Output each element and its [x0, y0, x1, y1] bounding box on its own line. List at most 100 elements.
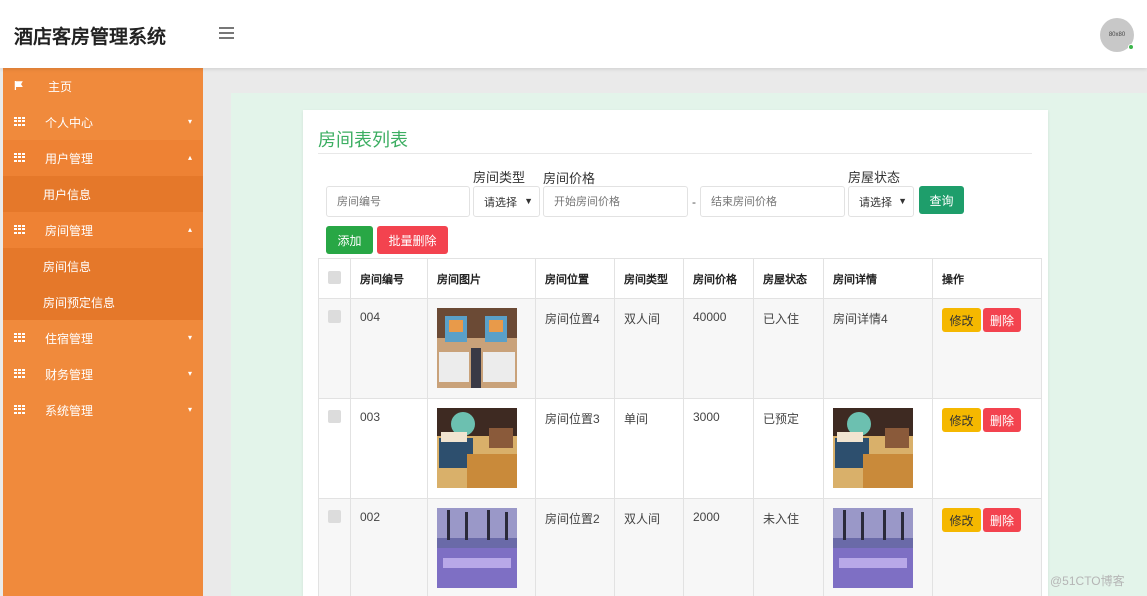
menu-toggle-icon[interactable]	[219, 27, 234, 39]
watermark: @51CTO博客	[1050, 574, 1125, 588]
room-price-cell: 2000	[683, 498, 754, 596]
row-checkbox[interactable]	[328, 410, 341, 423]
room-no-input[interactable]	[326, 186, 470, 217]
sidebar-item-finance-management[interactable]: 财务管理 ▾	[3, 356, 203, 392]
chevron-down-icon: ▾	[187, 405, 192, 414]
price-separator: -	[692, 195, 696, 209]
room-image[interactable]	[437, 408, 517, 488]
grid-icon	[14, 153, 25, 162]
row-select-cell	[318, 398, 351, 499]
row-actions-cell: 修改 删除	[932, 498, 1042, 596]
table-row: 004 房间位置4 双人间 40000 已入住 房间详情4 修改 删除	[318, 298, 1042, 399]
sidebar-item-label: 用户信息	[43, 187, 92, 202]
room-location-cell: 房间位置3	[535, 398, 615, 499]
sidebar-item-home[interactable]: 主页	[3, 68, 203, 104]
sidebar-item-label: 房间管理	[45, 223, 94, 238]
edit-button[interactable]: 修改	[942, 308, 981, 332]
table-row: 003 房间位置3 单间 3000 已预定 修改 删除	[318, 398, 1042, 499]
top-bar: 酒店客房管理系统 80x80	[0, 0, 1147, 68]
app-title: 酒店客房管理系统	[14, 27, 167, 48]
price-start-input[interactable]	[543, 186, 688, 217]
room-type-label: 房间类型	[473, 170, 526, 185]
room-location-cell: 房间位置2	[535, 498, 615, 596]
room-location-cell: 房间位置4	[535, 298, 615, 399]
sidebar-item-label: 用户管理	[45, 151, 94, 166]
room-price-cell: 40000	[683, 298, 754, 399]
page-title: 房间表列表	[318, 130, 408, 150]
sidebar-item-label: 房间信息	[43, 259, 92, 274]
room-type-cell: 单间	[614, 398, 684, 499]
sidebar-item-user-management[interactable]: 用户管理 ▴	[3, 140, 203, 176]
query-button[interactable]: 查询	[919, 186, 964, 214]
sidebar-item-label: 主页	[48, 79, 73, 94]
sidebar-item-room-management[interactable]: 房间管理 ▴	[3, 212, 203, 248]
price-end-input[interactable]	[700, 186, 845, 217]
sidebar-item-room-info[interactable]: 房间信息	[3, 248, 203, 284]
sidebar-item-room-booking[interactable]: 房间预定信息	[3, 284, 203, 320]
room-no-cell: 004	[350, 298, 428, 399]
col-header: 房间位置	[535, 258, 615, 299]
room-no-cell: 003	[350, 398, 428, 499]
row-actions-cell: 修改 删除	[932, 398, 1042, 499]
row-checkbox[interactable]	[328, 510, 341, 523]
submenu-user-management: 用户信息	[3, 176, 203, 212]
sidebar-item-system-management[interactable]: 系统管理 ▾	[3, 392, 203, 428]
col-header: 房间价格	[683, 258, 754, 299]
room-type-select[interactable]: 请选择 ▼	[473, 186, 540, 217]
chevron-up-icon: ▴	[187, 225, 192, 234]
table-row: 002 房间位置2 双人间 2000 未入住 修改 删除	[318, 498, 1042, 596]
sidebar-item-label: 住宿管理	[45, 331, 94, 346]
room-image[interactable]	[437, 308, 517, 388]
sidebar-item-user-info[interactable]: 用户信息	[3, 176, 203, 212]
chevron-down-icon: ▾	[187, 333, 192, 342]
avatar[interactable]: 80x80	[1100, 18, 1134, 52]
edit-button[interactable]: 修改	[942, 508, 981, 532]
edit-button[interactable]: 修改	[942, 408, 981, 432]
col-header: 操作	[932, 258, 1042, 299]
avatar-text: 80x80	[1108, 32, 1126, 38]
chevron-down-icon: ▼	[898, 196, 907, 206]
room-status-cell: 未入住	[753, 498, 824, 596]
flag-icon	[14, 81, 23, 90]
row-select-cell	[318, 298, 351, 399]
title-divider	[318, 153, 1032, 154]
room-image-cell	[427, 498, 536, 596]
room-detail-cell	[823, 498, 933, 596]
grid-icon	[14, 117, 25, 126]
online-status-dot	[1128, 44, 1134, 50]
sidebar-item-lodging-management[interactable]: 住宿管理 ▾	[3, 320, 203, 356]
room-status-select[interactable]: 请选择 ▼	[848, 186, 914, 217]
chevron-down-icon: ▾	[187, 117, 192, 126]
row-select-cell	[318, 498, 351, 596]
delete-button[interactable]: 删除	[983, 508, 1021, 532]
room-status-selected: 请选择	[859, 196, 892, 209]
grid-icon	[14, 405, 25, 414]
col-header: 房间类型	[614, 258, 684, 299]
select-all-cell	[318, 258, 351, 299]
col-header: 房屋状态	[753, 258, 824, 299]
col-header: 房间编号	[350, 258, 428, 299]
batch-delete-button[interactable]: 批量删除	[377, 226, 448, 254]
room-type-selected: 请选择	[484, 196, 517, 209]
room-status-cell: 已入住	[753, 298, 824, 399]
col-header: 房间图片	[427, 258, 536, 299]
room-type-cell: 双人间	[614, 298, 684, 399]
sidebar-item-label: 房间预定信息	[43, 295, 116, 310]
room-price-label: 房间价格	[543, 171, 596, 186]
delete-button[interactable]: 删除	[983, 408, 1021, 432]
row-checkbox[interactable]	[328, 310, 341, 323]
grid-icon	[14, 225, 25, 234]
room-detail-image[interactable]	[833, 508, 913, 588]
grid-icon	[14, 369, 25, 378]
chevron-up-icon: ▴	[187, 153, 192, 162]
select-all-checkbox[interactable]	[328, 270, 341, 284]
delete-button[interactable]: 删除	[983, 308, 1021, 332]
room-no-cell: 002	[350, 498, 428, 596]
room-detail-image[interactable]	[833, 408, 913, 488]
room-image[interactable]	[437, 508, 517, 588]
row-actions-cell: 修改 删除	[932, 298, 1042, 399]
sidebar-item-personal-center[interactable]: 个人中心 ▾	[3, 104, 203, 140]
room-price-cell: 3000	[683, 398, 754, 499]
add-button[interactable]: 添加	[326, 226, 373, 254]
room-image-cell	[427, 398, 536, 499]
